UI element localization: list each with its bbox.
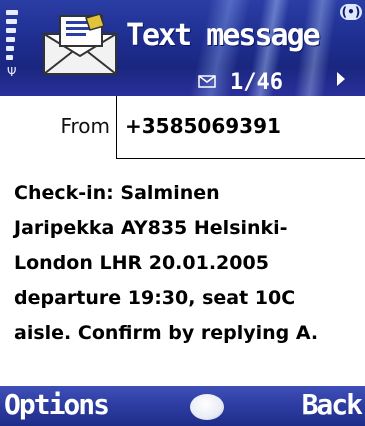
back-softkey[interactable]: Back [302, 388, 363, 421]
options-softkey[interactable]: Options [4, 388, 110, 421]
signal-strength-icon: Ψ [6, 10, 18, 80]
message-line: departure 19:30, seat 10C [14, 287, 296, 309]
app-title: Text message [126, 18, 321, 53]
message-line: Jaripekka AY835 Helsinki- [14, 217, 288, 239]
next-arrow-icon[interactable] [337, 72, 345, 86]
message-line: Check-in: Salminen [14, 182, 220, 204]
message-counter: 1/46 [230, 70, 283, 95]
softkey-bar: Options Back [0, 386, 365, 426]
title-bar: Ψ Text message (•) 1/46 [0, 0, 365, 96]
from-label: From [60, 114, 110, 138]
sender-number: +3585069391 [125, 114, 281, 138]
radio-indicator-icon: (•) [340, 4, 362, 20]
inbox-envelope-icon [198, 75, 216, 88]
message-line: London LHR 20.01.2005 [14, 252, 269, 274]
center-select-key[interactable] [190, 394, 224, 420]
phone-screen: Ψ Text message (•) 1/46 From +3585069391… [0, 0, 365, 426]
message-line: aisle. Confirm by replying A. [14, 322, 319, 344]
message-body: Check-in: Salminen Jaripekka AY835 Helsi… [14, 176, 359, 351]
sender-field[interactable]: +3585069391 [116, 96, 365, 159]
message-navigation: 1/46 [122, 70, 365, 95]
message-envelope-icon [40, 13, 120, 75]
